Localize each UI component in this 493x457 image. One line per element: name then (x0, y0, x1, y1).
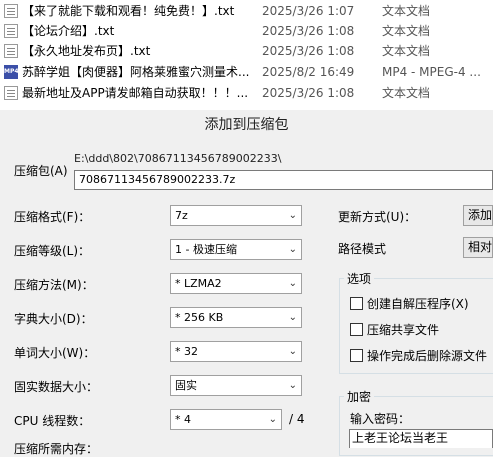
text-file-icon (4, 86, 18, 100)
cpu-value: * 4 (175, 413, 191, 426)
method-label: 压缩方法(M)： (14, 278, 94, 292)
chevron-down-icon: ⌄ (268, 414, 277, 425)
shared-label: 压缩共享文件 (367, 323, 440, 337)
level-label: 压缩等级(L)： (14, 244, 91, 258)
level-value: 1 - 极速压缩 (175, 243, 237, 256)
chevron-down-icon: ⌄ (288, 380, 297, 391)
dict-select[interactable]: * 256 KB ⌄ (170, 307, 302, 328)
file-type: 文本文档 (382, 24, 431, 38)
cpu-select[interactable]: * 4 ⌄ (170, 409, 282, 430)
checkbox-icon (350, 297, 363, 310)
solid-select[interactable]: 固实 ⌄ (170, 375, 302, 396)
chevron-down-icon: ⌄ (288, 312, 297, 323)
encrypt-legend: 加密 (344, 388, 375, 405)
file-type: 文本文档 (382, 44, 431, 58)
checkbox-icon (350, 349, 363, 362)
file-name: 苏醉学姐【肉便器】阿格莱雅蜜穴测量术... (22, 65, 250, 79)
file-row[interactable]: 【永久地址发布页】.txt 2025/3/26 1:08 文本文档 (0, 40, 493, 62)
pathmode-select[interactable]: 相对 (463, 237, 493, 258)
solid-value: 固实 (175, 379, 197, 392)
file-date: 2025/3/26 1:08 (262, 44, 355, 58)
sfx-checkbox[interactable]: 创建自解压程序(X) (350, 295, 469, 312)
dict-value: * 256 KB (175, 311, 224, 324)
archive-name-input[interactable]: 70867113456789002233.7z (74, 170, 493, 190)
dialog-title: 添加到压缩包 (204, 117, 289, 133)
chevron-down-icon: ⌄ (288, 210, 297, 221)
format-value: 7z (175, 209, 188, 222)
text-file-icon (4, 24, 18, 38)
shared-checkbox[interactable]: 压缩共享文件 (350, 321, 439, 338)
text-file-icon (4, 4, 18, 18)
word-select[interactable]: * 32 ⌄ (170, 341, 302, 362)
file-type: 文本文档 (382, 4, 431, 18)
mem-label: 压缩所需内存： (14, 442, 99, 456)
file-date: 2025/8/2 16:49 (262, 65, 355, 79)
file-name: 【论坛介绍】.txt (22, 24, 115, 38)
file-name: 最新地址及APP请发邮箱自动获取！！！... (22, 86, 249, 100)
update-select[interactable]: 添加 (463, 205, 493, 226)
checkbox-icon (350, 323, 363, 336)
text-file-icon (4, 44, 18, 58)
file-name: 【来了就能下载和观看！纯免费！】.txt (22, 4, 235, 18)
sfx-label: 创建自解压程序(X) (367, 297, 469, 311)
delete-label: 操作完成后删除源文件 (367, 349, 488, 363)
file-row[interactable]: 最新地址及APP请发邮箱自动获取！！！... 2025/3/26 1:08 文本… (0, 82, 493, 104)
update-label: 更新方式(U)： (338, 210, 417, 224)
file-row[interactable]: 【来了就能下载和观看！纯免费！】.txt 2025/3/26 1:07 文本文档 (0, 0, 493, 22)
file-type: 文本文档 (382, 86, 431, 100)
method-select[interactable]: * LZMA2 ⌄ (170, 273, 302, 294)
level-select[interactable]: 1 - 极速压缩 ⌄ (170, 239, 302, 260)
delete-checkbox[interactable]: 操作完成后删除源文件 (350, 347, 487, 364)
word-value: * 32 (175, 345, 198, 358)
dict-label: 字典大小(D)： (14, 312, 93, 326)
options-legend: 选项 (344, 270, 375, 287)
file-name: 【永久地址发布页】.txt (22, 44, 151, 58)
cpu-max: / 4 (289, 412, 305, 426)
format-select[interactable]: 7z ⌄ (170, 205, 302, 226)
archive-label: 压缩包(A) (14, 164, 68, 178)
password-label: 输入密码： (350, 412, 411, 426)
archive-path: E:\ddd\802\70867113456789002233\ (74, 152, 282, 165)
password-input[interactable]: 上老王论坛当老王 (349, 429, 493, 448)
pathmode-label: 路径模式 (338, 242, 387, 256)
chevron-down-icon: ⌄ (288, 278, 297, 289)
file-type: MP4 - MPEG-4 ... (382, 65, 481, 79)
format-label: 压缩格式(F)： (14, 210, 91, 224)
cpu-label: CPU 线程数： (14, 414, 91, 428)
file-date: 2025/3/26 1:07 (262, 4, 355, 18)
mp4-file-icon: MP4 (4, 65, 19, 79)
file-date: 2025/3/26 1:08 (262, 24, 355, 38)
file-row[interactable]: MP4 苏醉学姐【肉便器】阿格莱雅蜜穴测量术... 2025/8/2 16:49… (0, 61, 493, 83)
word-label: 单词大小(W)： (14, 346, 96, 360)
method-value: * LZMA2 (175, 277, 222, 290)
chevron-down-icon: ⌄ (288, 346, 297, 357)
file-date: 2025/3/26 1:08 (262, 86, 355, 100)
file-row[interactable]: 【论坛介绍】.txt 2025/3/26 1:08 文本文档 (0, 20, 493, 42)
file-list: 【来了就能下载和观看！纯免费！】.txt 2025/3/26 1:07 文本文档… (0, 0, 493, 110)
chevron-down-icon: ⌄ (288, 244, 297, 255)
solid-label: 固实数据大小： (14, 380, 99, 394)
